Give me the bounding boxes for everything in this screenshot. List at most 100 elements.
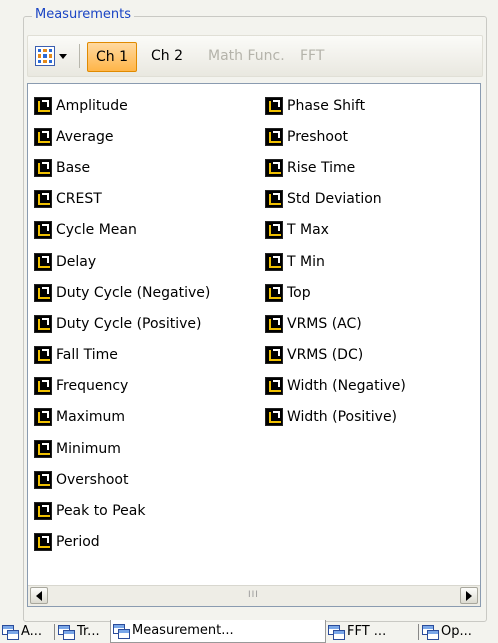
- bottom-tab-tr[interactable]: Tr...: [56, 622, 108, 642]
- tab-ch1[interactable]: Ch 1: [87, 42, 138, 72]
- toolbar-separator: [79, 44, 80, 68]
- measurement-item[interactable]: Top: [265, 277, 406, 308]
- layout-menu-button[interactable]: [32, 43, 70, 69]
- measurement-item[interactable]: VRMS (DC): [265, 340, 406, 371]
- measurement-label: VRMS (DC): [287, 347, 364, 364]
- measurement-label: VRMS (AC): [287, 315, 362, 332]
- measurement-item[interactable]: Rise Time: [265, 152, 406, 183]
- peak-to-peak-icon: [34, 502, 52, 521]
- rise-time-icon: [265, 158, 283, 177]
- measurement-item[interactable]: Fall Time: [34, 340, 210, 371]
- scroll-left-button[interactable]: [30, 587, 48, 604]
- measurement-column-left: Amplitude Average Base CREST Cycle Mean Delay…: [34, 90, 210, 558]
- measurement-label: Fall Time: [56, 347, 118, 364]
- measurement-item[interactable]: Phase Shift: [265, 90, 406, 121]
- vrms-ac-icon: [265, 314, 283, 333]
- measurement-label: Top: [287, 284, 311, 301]
- amplitude-icon: [34, 96, 52, 115]
- grid-icon: [35, 46, 55, 66]
- measurement-label: Duty Cycle (Positive): [56, 315, 202, 332]
- chevron-down-icon: [59, 53, 67, 59]
- measurement-item[interactable]: T Max: [265, 215, 406, 246]
- measurement-item[interactable]: Average: [34, 121, 210, 152]
- measurement-item[interactable]: VRMS (AC): [265, 308, 406, 339]
- bottom-tab-label: Measurement...: [132, 623, 234, 638]
- arrow-right-icon: [466, 590, 472, 601]
- tab-ch2[interactable]: Ch 2: [143, 42, 191, 70]
- duty-cycle-positive-icon: [34, 314, 52, 333]
- measurement-label: Average: [56, 128, 114, 145]
- measurement-label: Minimum: [56, 440, 121, 457]
- bottom-tab-label: FFT ...: [347, 624, 387, 639]
- measurement-label: Width (Positive): [287, 409, 398, 426]
- vrms-dc-icon: [265, 346, 283, 365]
- measurement-item[interactable]: Preshoot: [265, 121, 406, 152]
- measurements-title: Measurements: [32, 7, 135, 23]
- measurement-item[interactable]: Minimum: [34, 433, 210, 464]
- measurement-item[interactable]: T Min: [265, 246, 406, 277]
- measurement-item[interactable]: Amplitude: [34, 90, 210, 121]
- measurement-item[interactable]: Width (Negative): [265, 371, 406, 402]
- measurement-item[interactable]: Duty Cycle (Negative): [34, 277, 210, 308]
- window-icon: [2, 625, 19, 640]
- width-positive-icon: [265, 408, 283, 427]
- std-deviation-icon: [265, 190, 283, 209]
- minimum-icon: [34, 439, 52, 458]
- measurement-label: Cycle Mean: [56, 222, 137, 239]
- scroll-right-button[interactable]: [460, 587, 478, 604]
- measurement-label: CREST: [56, 191, 102, 208]
- arrow-left-icon: [36, 590, 42, 601]
- measurement-item[interactable]: Frequency: [34, 371, 210, 402]
- frequency-icon: [34, 377, 52, 396]
- measurement-label: Rise Time: [287, 159, 356, 176]
- measurement-list[interactable]: Amplitude Average Base CREST Cycle Mean Delay…: [27, 83, 481, 607]
- t-min-icon: [265, 252, 283, 271]
- measurement-label: Peak to Peak: [56, 503, 146, 520]
- measurement-item[interactable]: Period: [34, 527, 210, 558]
- overshoot-icon: [34, 470, 52, 489]
- measurement-item[interactable]: Delay: [34, 246, 210, 277]
- cycle-mean-icon: [34, 221, 52, 240]
- measurement-item[interactable]: Peak to Peak: [34, 495, 210, 526]
- measurement-item[interactable]: Duty Cycle (Positive): [34, 308, 210, 339]
- measurement-label: Phase Shift: [287, 97, 366, 114]
- measurement-item[interactable]: Overshoot: [34, 464, 210, 495]
- horizontal-scrollbar[interactable]: III: [28, 585, 480, 606]
- bottom-tab-label: Tr...: [77, 624, 100, 639]
- phase-shift-icon: [265, 96, 283, 115]
- maximum-icon: [34, 408, 52, 427]
- measurement-label: Maximum: [56, 409, 125, 426]
- tab-math-func[interactable]: Math Func.: [200, 42, 293, 70]
- measurement-item[interactable]: Std Deviation: [265, 184, 406, 215]
- preshoot-icon: [265, 127, 283, 146]
- measurement-item[interactable]: Maximum: [34, 402, 210, 433]
- measurement-item[interactable]: CREST: [34, 184, 210, 215]
- bottom-tab-measurement[interactable]: Measurement...: [110, 620, 326, 643]
- measurement-column-right: Phase Shift Preshoot Rise Time Std Deviatio…: [265, 90, 406, 433]
- measurement-item[interactable]: Cycle Mean: [34, 215, 210, 246]
- measurement-label: Period: [56, 534, 100, 551]
- bottom-tab-label: Op...: [441, 624, 472, 639]
- measurement-label: Delay: [56, 253, 97, 270]
- tab-fft[interactable]: FFT: [292, 42, 332, 70]
- channel-toolbar: Ch 1 Ch 2 Math Func. FFT: [27, 35, 483, 77]
- bottom-tab-op[interactable]: Op...: [420, 622, 498, 642]
- bottom-tab-a[interactable]: A...: [0, 622, 52, 642]
- measurement-label: T Min: [287, 253, 325, 270]
- window-icon: [58, 625, 75, 640]
- measurement-label: Frequency: [56, 378, 129, 395]
- measurement-item[interactable]: Width (Positive): [265, 402, 406, 433]
- measurement-label: Std Deviation: [287, 191, 382, 208]
- measurement-label: Duty Cycle (Negative): [56, 284, 211, 301]
- measurement-label: Width (Negative): [287, 378, 406, 395]
- scroll-thumb-grip[interactable]: III: [248, 590, 259, 600]
- window-icon: [113, 624, 130, 639]
- measurement-item[interactable]: Base: [34, 152, 210, 183]
- measurement-label: Preshoot: [287, 128, 349, 145]
- bottom-tab-strip: A... Tr... Measurement... FFT ... Op...: [0, 620, 498, 643]
- window-icon: [328, 625, 345, 640]
- bottom-tab-fft[interactable]: FFT ...: [326, 622, 416, 642]
- crest-icon: [34, 190, 52, 209]
- bottom-tab-label: A...: [21, 624, 43, 639]
- fall-time-icon: [34, 346, 52, 365]
